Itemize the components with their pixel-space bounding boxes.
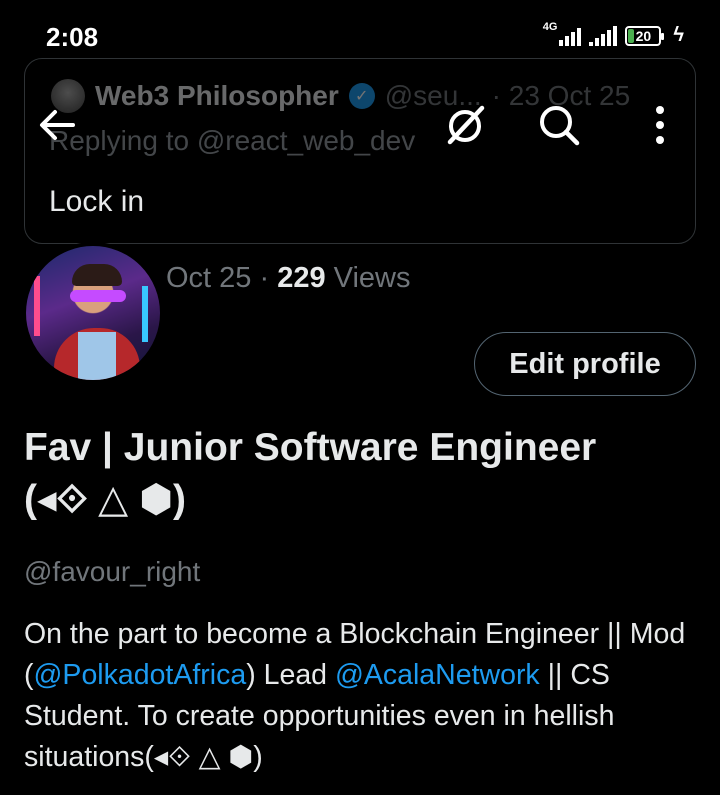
profile-bio: On the part to become a Blockchain Engin… — [24, 614, 704, 778]
bio-mention-polkadot[interactable]: @PolkadotAfrica — [34, 659, 247, 691]
back-button[interactable] — [34, 102, 80, 148]
display-name-line-1: Fav | Junior Software Engineer — [24, 426, 597, 469]
status-icons: 4G 20 ϟ — [542, 21, 684, 47]
profile-handle: @favour_right — [24, 556, 201, 587]
more-vertical-icon — [656, 106, 664, 144]
bio-text-2: ) Lead — [246, 659, 335, 691]
network-type-label: 4G — [542, 21, 558, 33]
signal-icon-sim2 — [589, 25, 618, 46]
search-button[interactable] — [534, 100, 584, 150]
bio-mention-acala[interactable]: @AcalaNetwork — [335, 659, 540, 691]
replying-to-line: Replying to @react_web_dev — [49, 125, 416, 156]
grok-icon — [447, 105, 485, 145]
grok-button[interactable] — [440, 100, 490, 150]
profile-avatar[interactable] — [22, 242, 164, 384]
more-options-button[interactable] — [638, 100, 682, 150]
views-count: 229 — [277, 262, 326, 294]
quoted-tweet-text: Lock in — [49, 185, 145, 218]
status-time: 2:08 — [46, 22, 99, 52]
signal-icon — [559, 26, 582, 46]
charging-icon: ϟ — [673, 24, 684, 46]
battery-icon: 20 — [625, 25, 665, 46]
tweet-date: Oct 25 · — [166, 262, 278, 294]
quoted-tweet-card[interactable]: Web3 Philosopher ✓ @seu... · 23 Oct 25 R… — [24, 58, 696, 244]
edit-profile-button[interactable]: Edit profile — [474, 332, 696, 396]
quoted-author-name: Web3 Philosopher — [95, 80, 339, 111]
profile-display-name: Fav | Junior Software Engineer (◂⟐ △ ⬢) — [24, 422, 704, 526]
search-icon — [540, 106, 580, 146]
tweet-meta-line: Oct 25 · 229 Views — [166, 262, 410, 295]
views-label: Views — [325, 262, 411, 294]
verified-badge-icon: ✓ — [348, 83, 375, 109]
back-arrow-icon — [40, 110, 75, 140]
display-name-line-2: (◂⟐ △ ⬢) — [24, 478, 186, 521]
battery-level: 20 — [635, 27, 652, 44]
